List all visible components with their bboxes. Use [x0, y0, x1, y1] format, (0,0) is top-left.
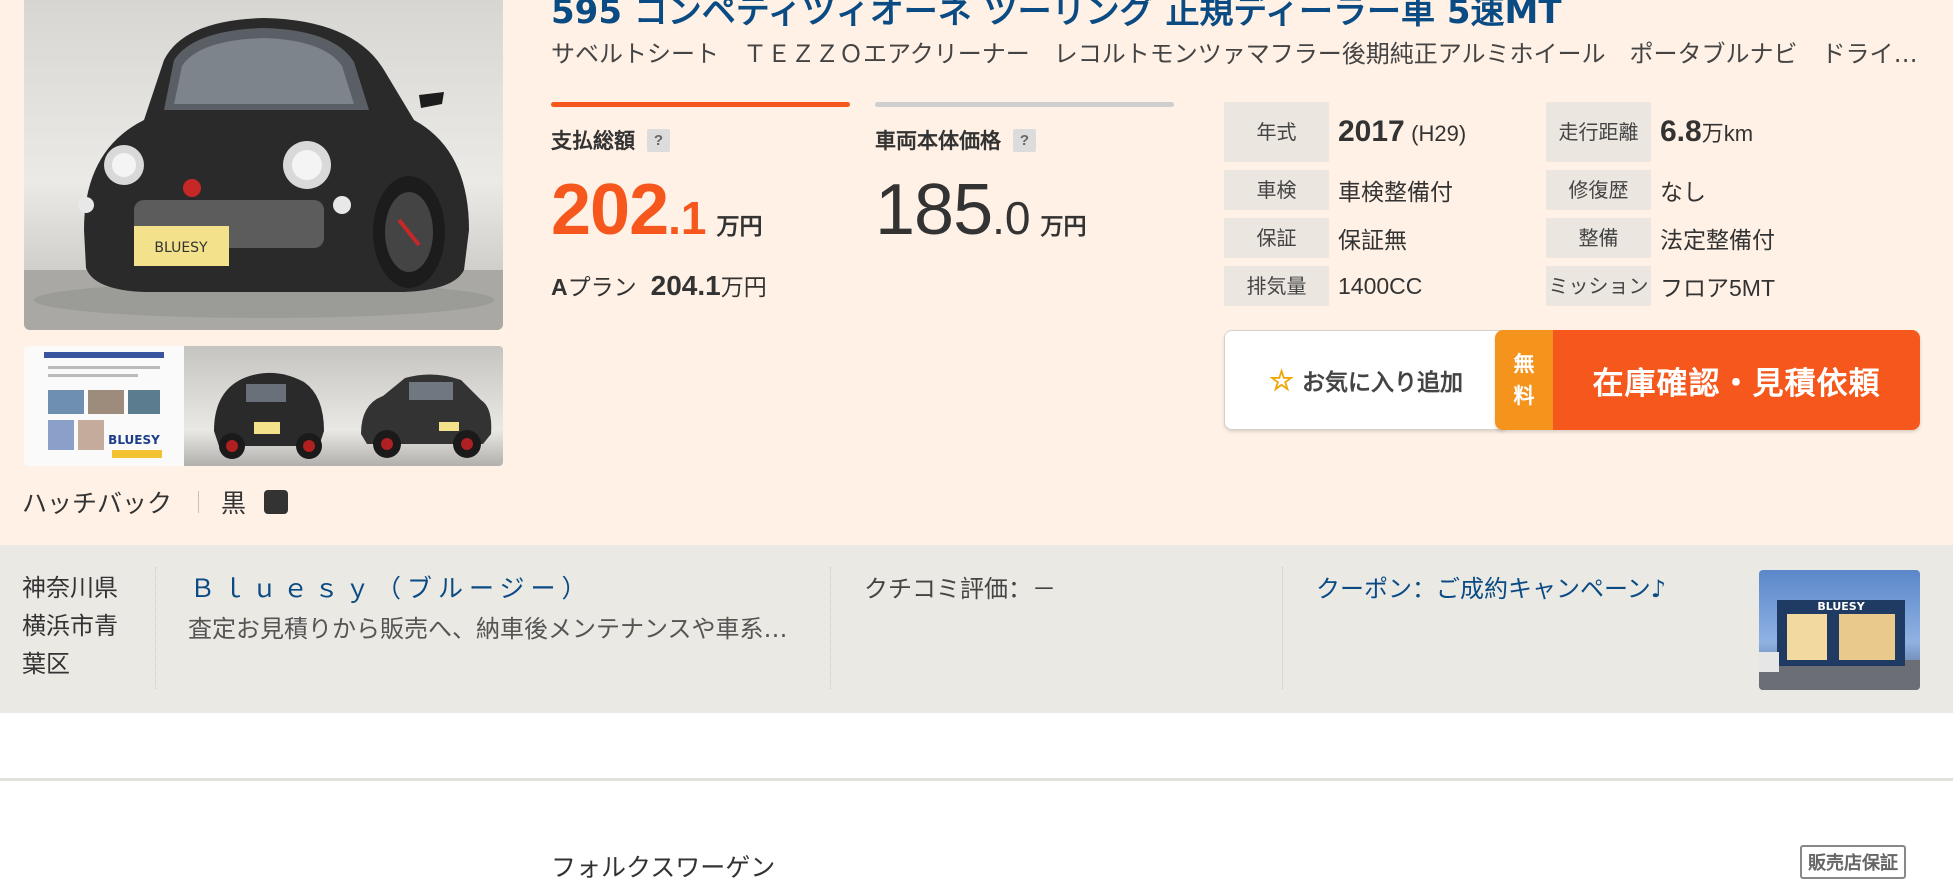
- free-badge-bottom: 料: [1513, 384, 1535, 408]
- add-favorite-button[interactable]: ☆ お気に入り追加: [1224, 330, 1508, 430]
- divider: [1282, 567, 1283, 689]
- spec-value: 2017 (H29): [1338, 115, 1466, 149]
- spec-value: 6.8万km: [1660, 115, 1753, 149]
- shop-building-image: BLUESY: [1759, 600, 1920, 690]
- body-price-dec: .0: [992, 192, 1031, 244]
- separator: [198, 491, 200, 513]
- spec-maintenance: 整備 法定整備付: [1546, 218, 1775, 258]
- next-listing-maker[interactable]: フォルクスワーゲン: [551, 848, 775, 880]
- svg-text:BLUESY: BLUESY: [154, 240, 208, 256]
- mileage-value: 6.8: [1660, 115, 1702, 148]
- total-price-label: 支払総額 ?: [551, 125, 850, 155]
- shop-location: 神奈川県 横浜市青 葉区: [22, 569, 132, 683]
- spec-inspection: 車検 車検整備付: [1224, 170, 1453, 210]
- spec-mileage: 走行距離 6.8万km: [1546, 102, 1753, 162]
- flyer-image: BLUESY: [44, 352, 164, 458]
- total-price-block: 支払総額 ? 202 .1 万円: [551, 102, 850, 251]
- total-price-unit: 万円: [716, 213, 763, 239]
- spec-label: 修復歴: [1546, 170, 1651, 210]
- body-price-label: 車両本体価格 ?: [875, 125, 1174, 155]
- total-price-bar: [551, 102, 850, 107]
- body-price-label-text: 車両本体価格: [875, 130, 1001, 153]
- spec-value: 車検整備付: [1338, 179, 1453, 205]
- spec-label: 排気量: [1224, 266, 1329, 306]
- thumbnail-1[interactable]: BLUESY: [24, 346, 184, 466]
- divider: [830, 567, 831, 689]
- spec-label: ミッション: [1546, 266, 1651, 306]
- spec-label: 整備: [1546, 218, 1651, 258]
- aplan-value: 204.1: [650, 270, 721, 301]
- inquiry-button[interactable]: 無 料 在庫確認・見積依頼: [1495, 330, 1920, 430]
- car-front-image: BLUESY: [24, 18, 503, 330]
- body-type-label: ハッチバック: [22, 489, 173, 518]
- free-badge-top: 無: [1513, 352, 1535, 376]
- year-sub: (H29): [1411, 121, 1467, 146]
- car-listing-card: BLUESY BLUESY ハッチバック 黒 595 コンペティツィオーネ ツー…: [0, 0, 1953, 545]
- shop-coupon-link[interactable]: クーポン：ご成約キャンペーン♪: [1316, 569, 1666, 604]
- aplan-prefix: A: [551, 274, 568, 300]
- dealer-warranty-badge: 販売店保証: [1800, 845, 1906, 879]
- spec-value: 1400CC: [1338, 272, 1423, 299]
- thumbnail-3[interactable]: [343, 346, 503, 466]
- body-type-color: ハッチバック 黒: [22, 484, 289, 520]
- body-price-unit: 万円: [1040, 213, 1087, 239]
- help-icon[interactable]: ?: [647, 128, 670, 152]
- car-rear-image: [213, 372, 324, 459]
- year-value: 2017: [1338, 115, 1405, 148]
- shop-description: 査定お見積りから販売へ、納車後メンテナンスや車系カスタムまで: [188, 615, 798, 643]
- spec-label: 走行距離: [1546, 102, 1651, 162]
- spec-year: 年式 2017 (H29): [1224, 102, 1466, 162]
- body-price-int: 185: [875, 170, 993, 250]
- photo-thumbnails: BLUESY: [24, 346, 503, 466]
- free-badge: 無 料: [1495, 330, 1553, 430]
- color-swatch: [264, 490, 289, 514]
- total-price-label-text: 支払総額: [551, 130, 635, 153]
- total-price-int: 202: [551, 170, 669, 250]
- thumbnail-2[interactable]: [183, 346, 344, 466]
- total-price-value: 202 .1 万円: [551, 169, 850, 251]
- svg-text:BLUESY: BLUESY: [1817, 600, 1865, 613]
- shop-review: クチコミ評価：－: [864, 575, 1056, 603]
- total-price-dec: .1: [668, 192, 707, 244]
- aplan-label: プラン: [567, 274, 637, 300]
- car-options: サベルトシート ＴＥＺＺＯエアクリーナー レコルトモンツァマフラー後期純正アルミ…: [551, 40, 1921, 68]
- shop-info: 神奈川県 横浜市青 葉区 Ｂｌｕｅｓｙ（ブルージー） 査定お見積りから販売へ、納…: [0, 545, 1953, 713]
- main-car-photo[interactable]: BLUESY: [24, 0, 503, 330]
- body-price-value: 185 .0 万円: [875, 169, 1174, 251]
- spec-label: 保証: [1224, 218, 1329, 258]
- spec-label: 年式: [1224, 102, 1329, 162]
- color-name: 黒: [221, 489, 247, 518]
- spec-repair: 修復歴 なし: [1546, 170, 1706, 210]
- spec-label: 車検: [1224, 170, 1329, 210]
- car-title[interactable]: 595 コンペティツィオーネ ツーリング 正規ディーラー車 5速MT: [551, 0, 1731, 33]
- spec-value: 保証無: [1338, 227, 1407, 253]
- spec-transmission: ミッション フロア5MT: [1546, 266, 1775, 306]
- shop-location-line1: 神奈川県: [22, 574, 118, 602]
- shop-location-line3: 葉区: [22, 650, 70, 678]
- shop-photo[interactable]: BLUESY: [1759, 570, 1920, 690]
- spec-value: なし: [1660, 179, 1706, 205]
- spec-value: フロア5MT: [1660, 275, 1775, 301]
- divider: [155, 567, 156, 689]
- shop-location-line2: 横浜市青: [22, 612, 118, 640]
- spec-value: 法定整備付: [1660, 227, 1775, 253]
- inquiry-button-label: 在庫確認・見積依頼: [1553, 330, 1920, 430]
- body-price-bar: [875, 102, 1174, 107]
- star-outline-icon: ☆: [1268, 364, 1295, 396]
- section-divider: [0, 778, 1953, 781]
- spec-warranty: 保証 保証無: [1224, 218, 1407, 258]
- add-favorite-label: お気に入り追加: [1302, 369, 1464, 395]
- spec-displacement: 排気量 1400CC: [1224, 266, 1422, 306]
- help-icon[interactable]: ?: [1013, 128, 1036, 152]
- mileage-unit: 万km: [1701, 121, 1754, 146]
- aplan-unit: 万円: [720, 274, 767, 300]
- shop-name-link[interactable]: Ｂｌｕｅｓｙ（ブルージー）: [190, 569, 593, 605]
- body-price-block: 車両本体価格 ? 185 .0 万円: [875, 102, 1174, 251]
- aplan-price: A プラン 204.1 万円: [551, 268, 767, 302]
- car-side-image: [361, 374, 492, 458]
- svg-text:BLUESY: BLUESY: [108, 433, 160, 447]
